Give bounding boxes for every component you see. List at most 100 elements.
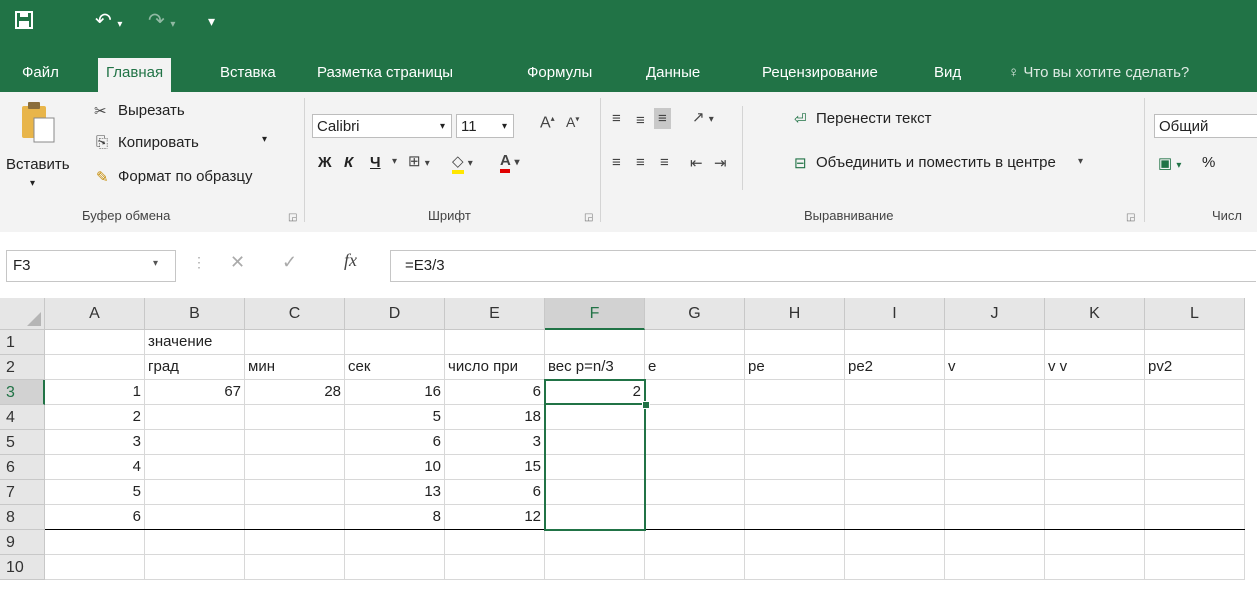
save-icon[interactable]: [14, 10, 34, 35]
cell-a9[interactable]: [45, 530, 145, 555]
undo-icon[interactable]: ↶ ▾: [95, 10, 122, 36]
column-header-c[interactable]: C: [245, 298, 345, 330]
select-all-corner[interactable]: [0, 298, 45, 330]
column-header-g[interactable]: G: [645, 298, 745, 330]
cell-e7[interactable]: 6: [445, 480, 545, 505]
cell-j5[interactable]: [945, 430, 1045, 455]
wrap-text-button[interactable]: Перенести текст: [816, 110, 932, 127]
copy-icon[interactable]: ⎘: [96, 134, 108, 151]
cell-k9[interactable]: [1045, 530, 1145, 555]
column-header-k[interactable]: K: [1045, 298, 1145, 330]
cell-l2[interactable]: pv2: [1145, 355, 1245, 380]
underline-dropdown-icon[interactable]: ▾: [392, 156, 397, 167]
tab-page-layout[interactable]: Разметка страницы: [317, 58, 453, 92]
cell-c1[interactable]: [245, 330, 345, 355]
tab-home[interactable]: Главная: [98, 58, 172, 92]
cell-h5[interactable]: [745, 430, 845, 455]
tab-insert[interactable]: Вставка: [220, 58, 276, 92]
cell-b1[interactable]: значение: [145, 330, 245, 355]
cell-e8[interactable]: 12: [445, 505, 545, 530]
font-name-dropdown[interactable]: Calibri ▾: [312, 114, 452, 138]
cell-j9[interactable]: [945, 530, 1045, 555]
row-header-1[interactable]: 1: [0, 330, 45, 355]
tab-data[interactable]: Данные: [646, 58, 700, 92]
row-header-8[interactable]: 8: [0, 505, 45, 530]
format-painter-icon[interactable]: ✎: [96, 168, 109, 186]
tab-review[interactable]: Рецензирование: [762, 58, 878, 92]
cell-h4[interactable]: [745, 405, 845, 430]
cut-button[interactable]: Вырезать: [118, 102, 185, 119]
row-header-6[interactable]: 6: [0, 455, 45, 480]
cell-j2[interactable]: v: [945, 355, 1045, 380]
align-middle-icon[interactable]: ≡: [636, 112, 645, 129]
merge-dropdown-icon[interactable]: ▾: [1078, 156, 1083, 167]
cell-i1[interactable]: [845, 330, 945, 355]
cell-g1[interactable]: [645, 330, 745, 355]
cell-i3[interactable]: [845, 380, 945, 405]
cell-e2[interactable]: число при: [445, 355, 545, 380]
cell-c7[interactable]: [245, 480, 345, 505]
tell-me-search[interactable]: ♀ Что вы хотите сделать?: [1008, 58, 1189, 92]
cell-d10[interactable]: [345, 555, 445, 580]
cell-a5[interactable]: 3: [45, 430, 145, 455]
cell-k5[interactable]: [1045, 430, 1145, 455]
cell-j3[interactable]: [945, 380, 1045, 405]
decrease-font-icon[interactable]: A▾: [566, 114, 579, 130]
cell-h3[interactable]: [745, 380, 845, 405]
cell-g6[interactable]: [645, 455, 745, 480]
cell-f7[interactable]: [545, 480, 645, 505]
customize-toolbar-icon[interactable]: ▾: [208, 10, 215, 32]
cell-d9[interactable]: [345, 530, 445, 555]
tab-file[interactable]: Файл: [22, 58, 59, 92]
cell-k10[interactable]: [1045, 555, 1145, 580]
cell-f1[interactable]: [545, 330, 645, 355]
clipboard-launcher-icon[interactable]: ◲: [288, 212, 297, 223]
cell-d4[interactable]: 5: [345, 405, 445, 430]
cell-d5[interactable]: 6: [345, 430, 445, 455]
cell-b5[interactable]: [145, 430, 245, 455]
cell-a3[interactable]: 1: [45, 380, 145, 405]
cell-a1[interactable]: [45, 330, 145, 355]
italic-button[interactable]: К: [344, 154, 353, 171]
cell-g5[interactable]: [645, 430, 745, 455]
cell-d2[interactable]: сек: [345, 355, 445, 380]
cell-i5[interactable]: [845, 430, 945, 455]
align-top-icon[interactable]: ≡: [612, 110, 621, 127]
cell-k2[interactable]: v v: [1045, 355, 1145, 380]
bold-button[interactable]: Ж: [318, 154, 332, 171]
cell-c9[interactable]: [245, 530, 345, 555]
cell-j6[interactable]: [945, 455, 1045, 480]
cell-c2[interactable]: мин: [245, 355, 345, 380]
column-header-f[interactable]: F: [545, 298, 645, 330]
copy-dropdown-icon[interactable]: ▾: [262, 134, 267, 145]
cell-j1[interactable]: [945, 330, 1045, 355]
row-header-3[interactable]: 3: [0, 380, 45, 405]
align-right-icon[interactable]: ≡: [660, 154, 669, 171]
cell-c5[interactable]: [245, 430, 345, 455]
cell-c6[interactable]: [245, 455, 345, 480]
cell-c3[interactable]: 28: [245, 380, 345, 405]
fill-color-icon[interactable]: ◇ ▾: [452, 152, 473, 174]
cut-icon[interactable]: ✂: [94, 102, 107, 120]
cell-h7[interactable]: [745, 480, 845, 505]
cell-b8[interactable]: [145, 505, 245, 530]
orientation-icon[interactable]: ↗ ▾: [692, 108, 714, 126]
column-header-e[interactable]: E: [445, 298, 545, 330]
cell-d1[interactable]: [345, 330, 445, 355]
cell-a10[interactable]: [45, 555, 145, 580]
cell-b10[interactable]: [145, 555, 245, 580]
borders-icon[interactable]: ⊞ ▾: [408, 152, 430, 170]
cell-c4[interactable]: [245, 405, 345, 430]
cell-e1[interactable]: [445, 330, 545, 355]
accounting-format-icon[interactable]: ▣ ▾: [1158, 154, 1181, 172]
row-header-10[interactable]: 10: [0, 555, 45, 580]
align-bottom-icon[interactable]: ≡: [654, 108, 671, 129]
cell-a4[interactable]: 2: [45, 405, 145, 430]
align-center-icon[interactable]: ≡: [636, 154, 645, 171]
paste-icon[interactable]: [20, 100, 56, 147]
cell-g10[interactable]: [645, 555, 745, 580]
cell-l3[interactable]: [1145, 380, 1245, 405]
cell-j10[interactable]: [945, 555, 1045, 580]
cell-h8[interactable]: [745, 505, 845, 530]
cell-h9[interactable]: [745, 530, 845, 555]
